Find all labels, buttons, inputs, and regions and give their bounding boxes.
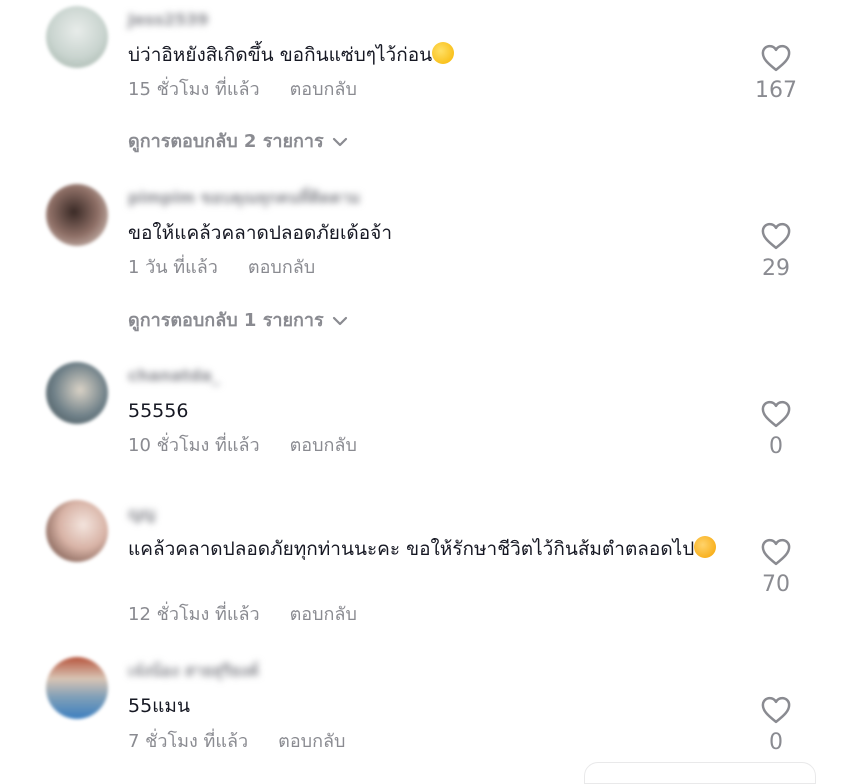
comment-username[interactable]: เจ๋งน้อง สายสุริยงค์	[128, 661, 259, 681]
comment-username[interactable]: pimpim ขอบคุณทุกคนที่ติดตาม	[128, 188, 360, 208]
comment-timestamp: 1 วัน ที่แล้ว	[128, 257, 218, 278]
comment-text: แคล้วคลาดปลอดภัยทุกท่านนะคะ ขอให้รักษาชี…	[128, 534, 740, 564]
comment-timestamp: 12 ชั่วโมง ที่แล้ว	[128, 604, 260, 625]
comment-text-content: 55556	[128, 400, 189, 422]
reply-button[interactable]: ตอบกลับ	[248, 257, 315, 278]
comment-timestamp: 10 ชั่วโมง ที่แล้ว	[128, 435, 260, 456]
heart-icon[interactable]	[761, 696, 791, 724]
heart-icon[interactable]	[761, 400, 791, 428]
comment-input-panel-edge	[584, 762, 816, 784]
chevron-down-icon	[332, 137, 347, 147]
like-button[interactable]: 167	[748, 44, 804, 103]
heart-icon[interactable]	[761, 44, 791, 72]
like-count: 167	[755, 78, 797, 103]
avatar[interactable]	[46, 6, 108, 68]
smiling-face-with-hearts-icon	[694, 536, 717, 558]
like-count: 0	[769, 730, 783, 755]
comment-timestamp: 7 ชั่วโมง ที่แล้ว	[128, 731, 249, 752]
comment-text: บ่ว่าอิหยังสิเกิดขึ้น ขอกินแซ่บๆไว้ก่อน	[128, 40, 740, 70]
comment-text-content: 55แมน	[128, 695, 190, 717]
comment-timestamp: 15 ชั่วโมง ที่แล้ว	[128, 79, 260, 100]
view-replies-button[interactable]: ดูการตอบกลับ 2 รายการ	[128, 126, 348, 155]
view-replies-label[interactable]: ดูการตอบกลับ 1 รายการ	[128, 310, 324, 331]
comment-meta: 10 ชั่วโมง ที่แล้ว ตอบกลับ	[128, 430, 357, 459]
like-button[interactable]: 0	[748, 696, 804, 755]
comment-meta: 15 ชั่วโมง ที่แล้ว ตอบกลับ	[128, 74, 357, 103]
comment-text: 55แมน	[128, 691, 740, 721]
heart-icon[interactable]	[761, 538, 791, 566]
chevron-down-icon	[332, 316, 347, 326]
like-button[interactable]: 29	[748, 222, 804, 281]
comment-text: 55556	[128, 396, 740, 426]
view-replies-button[interactable]: ดูการตอบกลับ 1 รายการ	[128, 305, 348, 334]
comment-text-content: แคล้วคลาดปลอดภัยทุกท่านนะคะ ขอให้รักษาชี…	[128, 538, 695, 560]
comment-meta: 1 วัน ที่แล้ว ตอบกลับ	[128, 252, 315, 281]
reply-button[interactable]: ตอบกลับ	[290, 604, 357, 625]
comment-meta: 7 ชั่วโมง ที่แล้ว ตอบกลับ	[128, 726, 345, 755]
rofl-emoji-icon	[432, 42, 455, 64]
avatar[interactable]	[46, 657, 108, 719]
reply-button[interactable]: ตอบกลับ	[290, 79, 357, 100]
like-button[interactable]: 0	[748, 400, 804, 459]
like-count: 29	[762, 256, 790, 281]
like-count: 0	[769, 434, 783, 459]
avatar[interactable]	[46, 500, 108, 562]
like-count: 70	[762, 572, 790, 597]
view-replies-label[interactable]: ดูการตอบกลับ 2 รายการ	[128, 131, 324, 152]
reply-button[interactable]: ตอบกลับ	[278, 731, 345, 752]
comment-text: ขอให้แคล้วคลาดปลอดภัยเด้อจ้า	[128, 218, 740, 248]
like-button[interactable]: 70	[748, 538, 804, 597]
comment-text-content: บ่ว่าอิหยังสิเกิดขึ้น ขอกินแซ่บๆไว้ก่อน	[128, 44, 433, 66]
comment-username[interactable]: chanatda_	[128, 366, 220, 386]
avatar[interactable]	[46, 184, 108, 246]
comment-meta: 12 ชั่วโมง ที่แล้ว ตอบกลับ	[128, 599, 357, 628]
heart-icon[interactable]	[761, 222, 791, 250]
reply-button[interactable]: ตอบกลับ	[290, 435, 357, 456]
comment-username[interactable]: ญญ	[128, 504, 155, 524]
avatar[interactable]	[46, 362, 108, 424]
comment-username[interactable]: Jess2539	[128, 10, 208, 30]
comment-text-content: ขอให้แคล้วคลาดปลอดภัยเด้อจ้า	[128, 222, 392, 244]
